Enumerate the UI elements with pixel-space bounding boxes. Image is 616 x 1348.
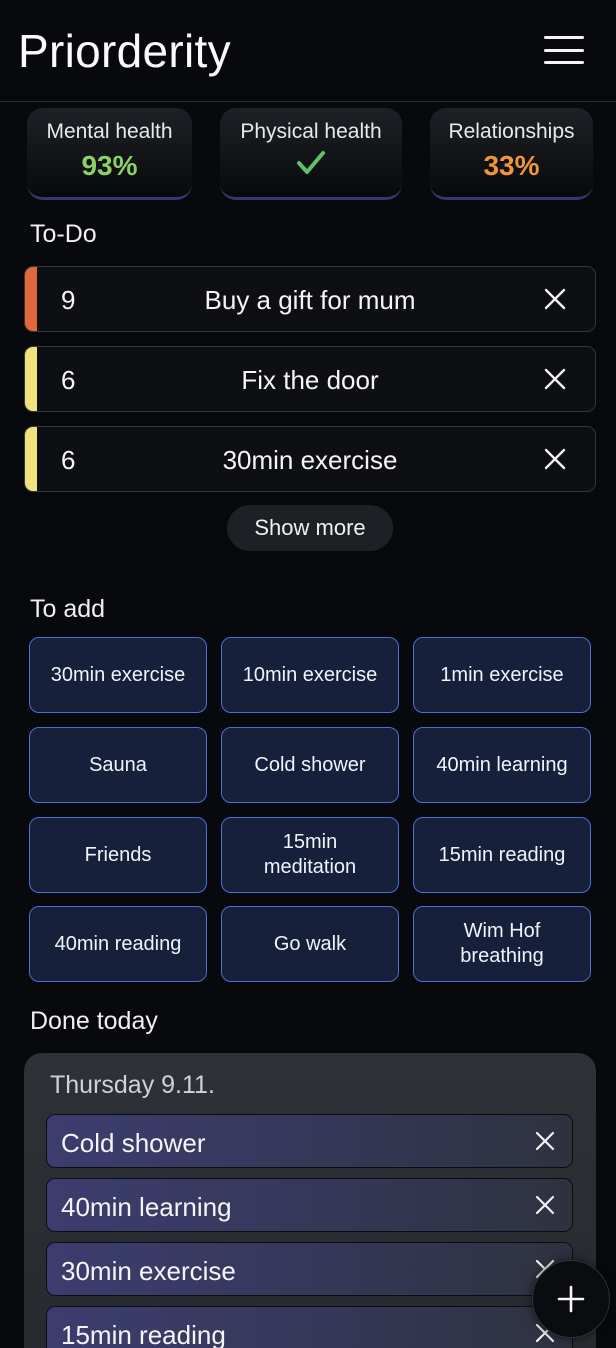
todo-title: Fix the door [241, 365, 379, 395]
todo-priority: 6 [61, 365, 76, 395]
to-add-section-title: To add [30, 595, 106, 623]
priority-color-bar [25, 267, 37, 331]
todo-item[interactable]: 6 30min exercise [24, 426, 596, 492]
priority-color-bar [25, 347, 37, 411]
todo-priority: 6 [61, 445, 76, 475]
todo-title: 30min exercise [222, 445, 398, 475]
add-task-button[interactable]: 15min meditation [221, 817, 399, 893]
add-task-button[interactable]: 1min exercise [413, 637, 591, 713]
add-task-button[interactable]: 40min reading [29, 906, 207, 982]
priority-color-bar [25, 427, 37, 491]
add-task-button[interactable]: 30min exercise [29, 637, 207, 713]
done-item[interactable]: 15min reading [46, 1306, 573, 1348]
stat-label: Relationships [448, 120, 575, 143]
done-item-title: 40min learning [61, 1192, 232, 1222]
hamburger-icon-line [544, 48, 584, 52]
stat-value: 93% [81, 150, 138, 181]
stat-value: 33% [483, 150, 540, 181]
done-section-title: Done today [30, 1007, 158, 1035]
plus-icon [557, 1285, 585, 1313]
close-icon[interactable] [534, 1130, 556, 1152]
stat-label: Mental health [46, 120, 173, 143]
check-icon [220, 146, 402, 185]
add-task-button[interactable]: 15min reading [413, 817, 591, 893]
add-task-button[interactable]: 40min learning [413, 727, 591, 803]
app-header: Priorderity [0, 0, 616, 102]
done-today-card: Thursday 9.11. Cold shower 40min learnin… [24, 1053, 596, 1348]
stat-physical-health: Physical health [220, 108, 402, 200]
add-task-button[interactable]: Go walk [221, 906, 399, 982]
done-item[interactable]: 30min exercise [46, 1242, 573, 1296]
close-icon[interactable] [543, 367, 567, 391]
stat-relationships: Relationships 33% [430, 108, 593, 200]
stat-mental-health: Mental health 93% [27, 108, 192, 200]
add-task-button[interactable]: Cold shower [221, 727, 399, 803]
app-root: Priorderity Mental health 93% Physical h… [0, 0, 616, 1348]
add-task-button[interactable]: 10min exercise [221, 637, 399, 713]
done-item-title: Cold shower [61, 1128, 206, 1158]
todo-title: Buy a gift for mum [204, 285, 416, 315]
hamburger-icon-line [544, 61, 584, 64]
done-item[interactable]: Cold shower [46, 1114, 573, 1168]
add-task-button[interactable]: Sauna [29, 727, 207, 803]
done-date: Thursday 9.11. [50, 1071, 215, 1099]
todo-section-title: To-Do [30, 220, 97, 248]
todo-priority: 9 [61, 285, 76, 315]
done-item-title: 30min exercise [61, 1256, 236, 1286]
stat-label: Physical health [240, 120, 382, 143]
add-task-button[interactable]: Friends [29, 817, 207, 893]
close-icon[interactable] [534, 1194, 556, 1216]
menu-button[interactable] [540, 30, 588, 70]
add-task-button[interactable]: Wim Hof breathing [413, 906, 591, 982]
show-more-button[interactable]: Show more [227, 505, 393, 551]
hamburger-icon-line [544, 36, 584, 39]
app-title: Priorderity [18, 25, 231, 77]
todo-item[interactable]: 9 Buy a gift for mum [24, 266, 596, 332]
todo-item[interactable]: 6 Fix the door [24, 346, 596, 412]
close-icon[interactable] [543, 447, 567, 471]
add-fab-button[interactable] [532, 1260, 610, 1338]
done-item-title: 15min reading [61, 1320, 226, 1348]
done-item[interactable]: 40min learning [46, 1178, 573, 1232]
close-icon[interactable] [543, 287, 567, 311]
